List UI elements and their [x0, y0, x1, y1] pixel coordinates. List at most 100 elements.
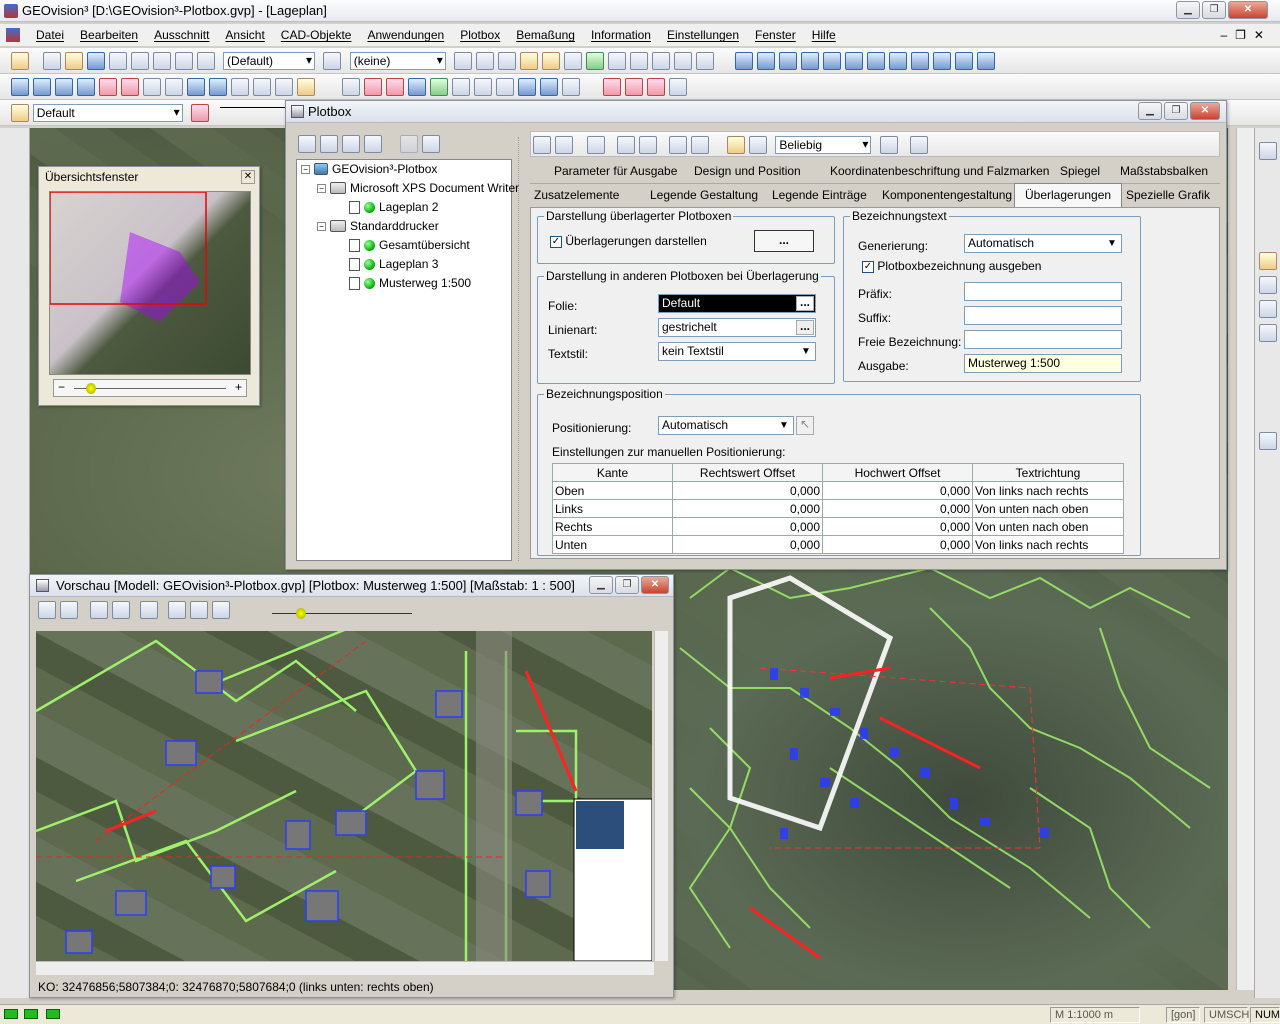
positionierung-dropdown[interactable]: Automatisch ▼ [658, 416, 794, 435]
overview-zoom-slider[interactable]: − + [53, 379, 247, 397]
folie-field[interactable]: Default... [658, 294, 816, 313]
tab-legende-gestaltung[interactable]: Legende Gestaltung [650, 188, 758, 202]
tab-spiegel[interactable]: Spiegel [1060, 164, 1100, 178]
info-11-icon[interactable] [954, 52, 973, 70]
tab-legende-eintraege[interactable]: Legende Einträge [772, 188, 867, 202]
print-plotbox-icon[interactable] [400, 135, 418, 153]
tab-komponentengestaltung[interactable]: Komponentengestaltung [882, 188, 1012, 202]
info-12-icon[interactable] [976, 52, 995, 70]
edit-10-icon[interactable] [540, 78, 559, 96]
linienart-browse-button[interactable]: ... [796, 320, 814, 335]
pencil-icon[interactable] [11, 52, 30, 70]
delete-4-icon[interactable] [668, 78, 687, 96]
cell-hochwert[interactable]: 0,000 [822, 535, 973, 554]
layout-icon[interactable] [691, 136, 709, 154]
cell-rechtswert[interactable]: 0,000 [672, 535, 823, 554]
frame-icon[interactable] [520, 52, 539, 70]
preview-icon[interactable] [422, 135, 440, 153]
tree-plot-gesamtuebersicht[interactable]: Gesamtübersicht [349, 238, 470, 252]
pick-position-icon[interactable]: ↖ [796, 416, 814, 435]
curve-icon[interactable] [77, 78, 96, 96]
edit-3-icon[interactable] [386, 78, 405, 96]
transfer-icon[interactable] [108, 52, 127, 70]
menu-cad-objekte[interactable]: CAD-Objekte [273, 28, 360, 42]
cell-rechtswert[interactable]: 0,000 [672, 481, 823, 500]
print-icon[interactable] [196, 52, 215, 70]
fit-icon[interactable] [669, 136, 687, 154]
edit-4-icon[interactable] [408, 78, 427, 96]
layer-settings-icon[interactable] [323, 52, 342, 70]
table-icon[interactable] [608, 52, 627, 70]
pan-hand-icon[interactable] [140, 601, 158, 619]
menu-einstellungen[interactable]: Einstellungen [659, 28, 747, 42]
overview-close-button[interactable]: ✕ [241, 170, 255, 184]
eye-icon[interactable] [727, 136, 745, 154]
close-button[interactable]: ✕ [1228, 1, 1268, 19]
info-10-icon[interactable] [932, 52, 951, 70]
pan-hand-icon[interactable] [1259, 432, 1277, 450]
cell-textrichtung[interactable]: Von unten nach oben [972, 517, 1124, 536]
delete-plotbox-icon[interactable] [320, 135, 338, 153]
export-2-icon[interactable] [212, 601, 230, 619]
new-plotbox-icon[interactable] [298, 135, 316, 153]
export-icon[interactable] [879, 136, 898, 154]
edit-7-icon[interactable] [474, 78, 493, 96]
tab-massstab[interactable]: Maßstabsbalken [1120, 164, 1208, 178]
plotbox-maximize-button[interactable]: ❐ [1164, 102, 1188, 120]
overview-map[interactable] [49, 191, 251, 375]
table-row[interactable]: Rechts 0,000 0,000 Von unten nach oben [552, 517, 1124, 536]
edit-9-icon[interactable] [518, 78, 537, 96]
import-icon[interactable] [909, 136, 928, 154]
image-icon[interactable] [275, 78, 294, 96]
print-icon[interactable] [168, 601, 186, 619]
preview-horizontal-scrollbar[interactable] [36, 961, 654, 975]
group-icon[interactable] [674, 52, 693, 70]
preview-close-button[interactable]: ✕ [641, 576, 669, 594]
layer-combo[interactable]: (keine) [349, 52, 446, 70]
frame-green-icon[interactable] [542, 52, 561, 70]
default-combo[interactable]: Default [32, 104, 183, 122]
zoom-out-icon[interactable] [112, 601, 130, 619]
edit-11-icon[interactable] [562, 78, 581, 96]
tree-plot-musterweg[interactable]: Musterweg 1:500 [349, 276, 471, 290]
map-vertical-scrollbar[interactable] [1236, 128, 1254, 990]
folder-icon[interactable] [11, 104, 30, 122]
info-8-icon[interactable] [888, 52, 907, 70]
delete-3-icon[interactable] [646, 78, 665, 96]
paste-icon[interactable] [174, 52, 193, 70]
minimize-button[interactable]: ▁ [1176, 1, 1200, 19]
splitter[interactable] [518, 137, 526, 561]
zoom-in-icon[interactable] [1259, 276, 1277, 294]
preview-tool-icon[interactable] [38, 601, 56, 619]
snap-off-icon[interactable] [454, 52, 473, 70]
select-plotbox-icon[interactable] [342, 135, 360, 153]
area-icon[interactable] [99, 78, 118, 96]
menu-fenster[interactable]: Fenster [747, 28, 804, 42]
new-file-icon[interactable] [42, 52, 61, 70]
tab-spezielle-grafik[interactable]: Spezielle Grafik [1126, 188, 1210, 202]
info-9-icon[interactable] [910, 52, 929, 70]
plotbox-close-button[interactable]: ✕ [1190, 102, 1220, 120]
cell-rechtswert[interactable]: 0,000 [672, 517, 823, 536]
menu-ansicht[interactable]: Ansicht [217, 28, 272, 42]
info-2-icon[interactable] [756, 52, 775, 70]
info-7-icon[interactable] [866, 52, 885, 70]
cell-textrichtung[interactable]: Von links nach rechts [972, 481, 1124, 500]
refresh-icon[interactable] [749, 136, 767, 154]
info-5-icon[interactable] [822, 52, 841, 70]
sort-icon[interactable] [652, 52, 671, 70]
zoom-all-icon[interactable] [1259, 324, 1277, 342]
line-icon[interactable] [33, 78, 52, 96]
list-icon[interactable] [630, 52, 649, 70]
arrow-down-icon[interactable] [1259, 142, 1277, 160]
export-icon[interactable] [190, 601, 208, 619]
info-icon[interactable] [734, 52, 753, 70]
info-3-icon[interactable] [778, 52, 797, 70]
frame-tool-icon[interactable] [555, 136, 573, 154]
layer-props-icon[interactable] [191, 104, 210, 122]
preview-canvas[interactable] [36, 631, 652, 961]
cell-textrichtung[interactable]: Von links nach rechts [972, 535, 1124, 554]
move-icon[interactable] [617, 136, 635, 154]
zoom-window-icon[interactable] [1259, 252, 1277, 270]
zoom-minus-button[interactable]: − [58, 380, 65, 394]
